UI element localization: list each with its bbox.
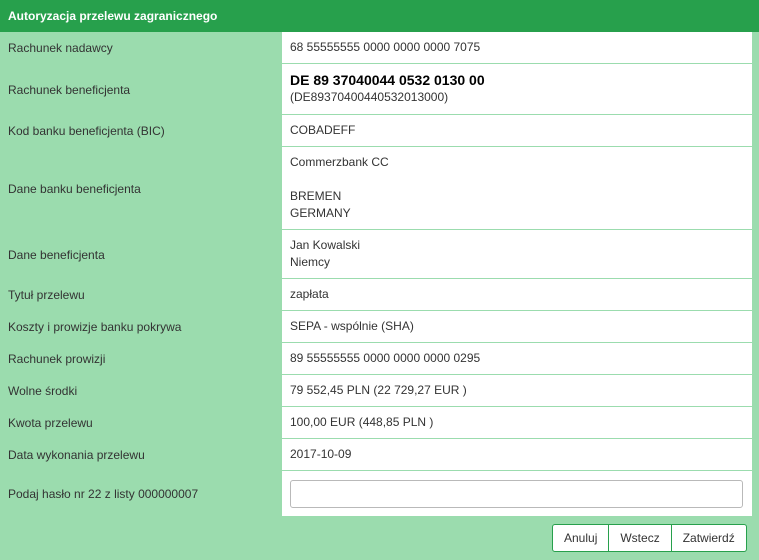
bank-city: BREMEN <box>290 189 342 203</box>
available-funds-value: 79 552,45 PLN (22 729,27 EUR ) <box>282 375 752 407</box>
value-text: 100,00 EUR (448,85 PLN ) <box>290 415 434 429</box>
transfer-title-value: zapłata <box>282 279 752 311</box>
bank-name: Commerzbank CC <box>290 155 389 169</box>
transfer-authorization-panel: Autoryzacja przelewu zagranicznego Rachu… <box>0 0 759 560</box>
row-beneficiary-account: Rachunek beneficjenta DE 89 37040044 053… <box>0 64 759 115</box>
beneficiary-bic-value: COBADEFF <box>282 115 752 147</box>
value-text: 68 55555555 0000 0000 0000 7075 <box>290 40 481 54</box>
value-text: COBADEFF <box>290 123 356 137</box>
execution-date-value: 2017-10-09 <box>282 439 752 471</box>
row-label: Podaj hasło nr 22 z listy 000000007 <box>8 486 199 501</box>
row-fee-account: Rachunek prowizji 89 55555555 0000 0000 … <box>0 343 759 375</box>
row-available-funds: Wolne środki 79 552,45 PLN (22 729,27 EU… <box>0 375 759 407</box>
value-text: 89 55555555 0000 0000 0000 0295 <box>290 351 481 365</box>
password-input[interactable] <box>290 479 743 508</box>
fees-payer-value: SEPA - wspólnie (SHA) <box>282 311 752 343</box>
beneficiary-iban-raw: (DE89370400440532013000) <box>290 90 449 104</box>
confirm-button[interactable]: Zatwierdź <box>671 524 747 552</box>
row-transfer-title: Tytuł przelewu zapłata <box>0 279 759 311</box>
beneficiary-country: Niemcy <box>290 255 331 269</box>
password-cell <box>282 471 752 516</box>
row-label: Tytuł przelewu <box>8 288 85 302</box>
action-buttons: Anuluj Wstecz Zatwierdź <box>552 524 747 552</box>
row-label: Koszty i prowizje banku pokrywa <box>8 320 182 334</box>
row-beneficiary-details: Dane beneficjenta Jan Kowalski Niemcy <box>0 230 759 279</box>
bank-country: GERMANY <box>290 206 351 220</box>
transfer-amount-value: 100,00 EUR (448,85 PLN ) <box>282 407 752 439</box>
row-label: Kod banku beneficjenta (BIC) <box>8 124 165 138</box>
back-button[interactable]: Wstecz <box>609 524 672 552</box>
value-text: zapłata <box>290 287 329 301</box>
row-label: Kwota przelewu <box>8 416 93 430</box>
sender-account-value: 68 55555555 0000 0000 0000 7075 <box>282 32 752 64</box>
row-label: Dane banku beneficjenta <box>8 181 141 196</box>
row-transfer-amount: Kwota przelewu 100,00 EUR (448,85 PLN ) <box>0 407 759 439</box>
beneficiary-name: Jan Kowalski <box>290 238 361 252</box>
cancel-button[interactable]: Anuluj <box>552 524 610 552</box>
row-beneficiary-bank: Dane banku beneficjenta Commerzbank CC B… <box>0 147 759 230</box>
row-sender-account: Rachunek nadawcy 68 55555555 0000 0000 0… <box>0 32 759 64</box>
row-execution-date: Data wykonania przelewu 2017-10-09 <box>0 439 759 471</box>
value-text: 2017-10-09 <box>290 447 352 461</box>
row-label: Rachunek nadawcy <box>8 41 113 55</box>
beneficiary-account-value: DE 89 37040044 0532 0130 00 (DE893704004… <box>282 64 752 115</box>
row-label: Rachunek beneficjenta <box>8 82 131 97</box>
beneficiary-details-value: Jan Kowalski Niemcy <box>282 230 752 279</box>
value-text: SEPA - wspólnie (SHA) <box>290 319 414 333</box>
row-fees-payer: Koszty i prowizje banku pokrywa SEPA - w… <box>0 311 759 343</box>
row-password: Podaj hasło nr 22 z listy 000000007 <box>0 471 759 516</box>
row-label: Wolne środki <box>8 384 78 398</box>
row-label: Data wykonania przelewu <box>8 448 145 462</box>
value-text: 79 552,45 PLN (22 729,27 EUR ) <box>290 383 467 397</box>
row-label: Dane beneficjenta <box>8 247 105 262</box>
details-table: Rachunek nadawcy 68 55555555 0000 0000 0… <box>0 32 759 516</box>
beneficiary-iban-formatted: DE 89 37040044 0532 0130 00 <box>290 72 485 88</box>
beneficiary-bank-value: Commerzbank CC BREMEN GERMANY <box>282 147 752 230</box>
panel-title: Autoryzacja przelewu zagranicznego <box>0 0 759 32</box>
fee-account-value: 89 55555555 0000 0000 0000 0295 <box>282 343 752 375</box>
row-beneficiary-bic: Kod banku beneficjenta (BIC) COBADEFF <box>0 115 759 147</box>
row-label: Rachunek prowizji <box>8 352 106 366</box>
